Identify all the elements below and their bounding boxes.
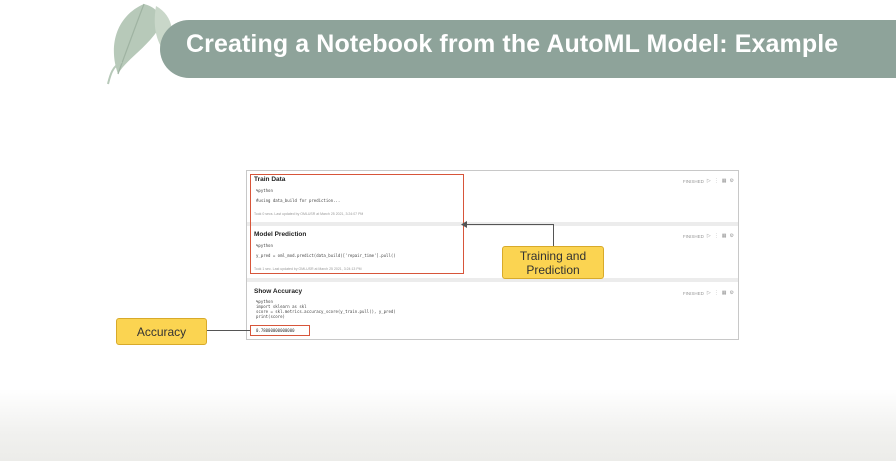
expand-icon[interactable]: ⋮ [714, 290, 719, 296]
paragraph-status: FINISHED [682, 178, 704, 184]
play-icon[interactable]: ▷ [707, 233, 711, 239]
training-connector-vertical [553, 224, 554, 246]
accuracy-connector [206, 330, 250, 331]
arrow-head-icon [461, 221, 467, 228]
paragraph-toolbar: FINISHED ▷ ⋮ ▦ ⚙ [683, 290, 734, 296]
paragraph-toolbar: FINISHED ▷ ⋮ ▦ ⚙ [683, 178, 734, 184]
play-icon[interactable]: ▷ [707, 178, 711, 184]
train-predict-highlight [250, 174, 464, 274]
table-icon[interactable]: ▦ [722, 290, 727, 296]
gear-icon[interactable]: ⚙ [730, 290, 734, 296]
training-connector-horizontal [464, 224, 554, 225]
paragraph-title: Show Accuracy [254, 288, 303, 295]
gear-icon[interactable]: ⚙ [730, 233, 734, 239]
accuracy-callout: Accuracy [116, 318, 207, 345]
play-icon[interactable]: ▷ [707, 290, 711, 296]
table-icon[interactable]: ▦ [722, 178, 727, 184]
paragraph-code[interactable]: %python import sklearn as skl score = sk… [256, 299, 396, 319]
paragraph-status: FINISHED [682, 290, 704, 296]
accuracy-output-highlight [250, 325, 310, 336]
notebook-paragraph-show-accuracy[interactable]: Show Accuracy %python import sklearn as … [247, 282, 738, 339]
background-texture [0, 389, 896, 461]
paragraph-toolbar: FINISHED ▷ ⋮ ▦ ⚙ [683, 233, 734, 239]
expand-icon[interactable]: ⋮ [714, 178, 719, 184]
expand-icon[interactable]: ⋮ [714, 233, 719, 239]
gear-icon[interactable]: ⚙ [730, 178, 734, 184]
training-prediction-callout: Training and Prediction [502, 246, 604, 279]
paragraph-status: FINISHED [682, 233, 704, 239]
table-icon[interactable]: ▦ [722, 233, 727, 239]
slide-title: Creating a Notebook from the AutoML Mode… [186, 30, 839, 58]
